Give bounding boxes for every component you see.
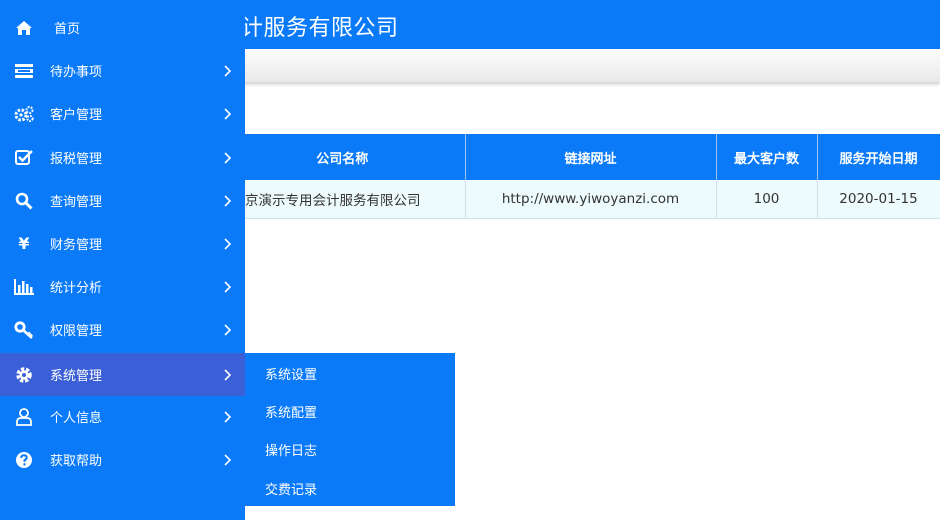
sidebar-item-help[interactable]: 获取帮助 [0, 438, 245, 481]
chevron-right-icon [224, 280, 232, 293]
cell-start-date: 2020-01-15 [817, 180, 940, 219]
sidebar-item-label: 首页 [54, 22, 81, 37]
sidebar-item-system[interactable]: 系统管理 [0, 353, 245, 396]
chevron-right-icon [224, 410, 232, 423]
sidebar-item-query[interactable]: 查询管理 [0, 179, 245, 222]
sidebar-item-finance[interactable]: ¥ 财务管理 [0, 222, 245, 265]
sidebar-item-statistics[interactable]: 统计分析 [0, 265, 245, 308]
home-icon [13, 17, 35, 39]
gear-icon [13, 364, 35, 386]
cell-max-clients: 100 [716, 180, 818, 219]
sidebar-item-profile[interactable]: 个人信息 [0, 395, 245, 438]
chevron-right-icon [224, 323, 232, 336]
chevron-right-icon [224, 237, 232, 250]
submenu-item-system-config[interactable]: 系统配置 [265, 402, 317, 422]
list-icon [13, 60, 35, 82]
sidebar-nav: 首页 待办事项 客户管理 报税管理 查询管理 ¥ 财务管理 统计分析 权限管理 … [0, 0, 245, 520]
chevron-right-icon [224, 107, 232, 120]
sidebar-item-label: 查询管理 [50, 195, 103, 210]
submenu-item-payment-records[interactable]: 交费记录 [265, 479, 317, 499]
column-header-start-date: 服务开始日期 [817, 134, 940, 180]
column-header-url: 链接网址 [465, 134, 717, 180]
chevron-right-icon [224, 194, 232, 207]
sidebar-item-tax[interactable]: 报税管理 [0, 136, 245, 179]
submenu-item-system-settings[interactable]: 系统设置 [265, 364, 317, 384]
bar-chart-icon [13, 276, 35, 298]
check-square-icon [13, 147, 35, 169]
sidebar-item-label: 财务管理 [50, 238, 103, 253]
column-header-max-clients: 最大客户数 [716, 134, 818, 180]
sidebar-item-label: 个人信息 [50, 411, 103, 426]
cell-url[interactable]: http://www.yiwoyanzi.com [465, 180, 717, 219]
chevron-right-icon [224, 64, 232, 77]
sidebar-item-home[interactable]: 首页 [0, 6, 245, 49]
sidebar-item-label: 客户管理 [50, 108, 103, 123]
submenu-item-operation-log[interactable]: 操作日志 [265, 440, 317, 460]
yen-icon: ¥ [18, 234, 30, 253]
chevron-right-icon [224, 368, 232, 381]
cogs-icon [13, 103, 35, 125]
sidebar-item-todo[interactable]: 待办事项 [0, 49, 245, 92]
sidebar-item-label: 报税管理 [50, 152, 103, 167]
sidebar-item-label: 系统管理 [50, 369, 103, 384]
user-icon [13, 406, 35, 428]
sidebar-item-label: 统计分析 [50, 281, 103, 296]
sidebar-item-permissions[interactable]: 权限管理 [0, 308, 245, 351]
chevron-right-icon [224, 453, 232, 466]
sidebar-item-label: 权限管理 [50, 324, 103, 339]
key-icon [13, 319, 35, 341]
sidebar-item-label: 待办事项 [50, 65, 103, 80]
sidebar-item-clients[interactable]: 客户管理 [0, 92, 245, 135]
chevron-right-icon [224, 151, 232, 164]
sidebar-item-label: 获取帮助 [50, 454, 103, 469]
system-submenu: 系统设置 系统配置 操作日志 交费记录 [245, 353, 455, 506]
page-title: 计服务有限公司 [241, 16, 399, 41]
search-icon [13, 190, 35, 212]
help-icon [13, 449, 35, 471]
